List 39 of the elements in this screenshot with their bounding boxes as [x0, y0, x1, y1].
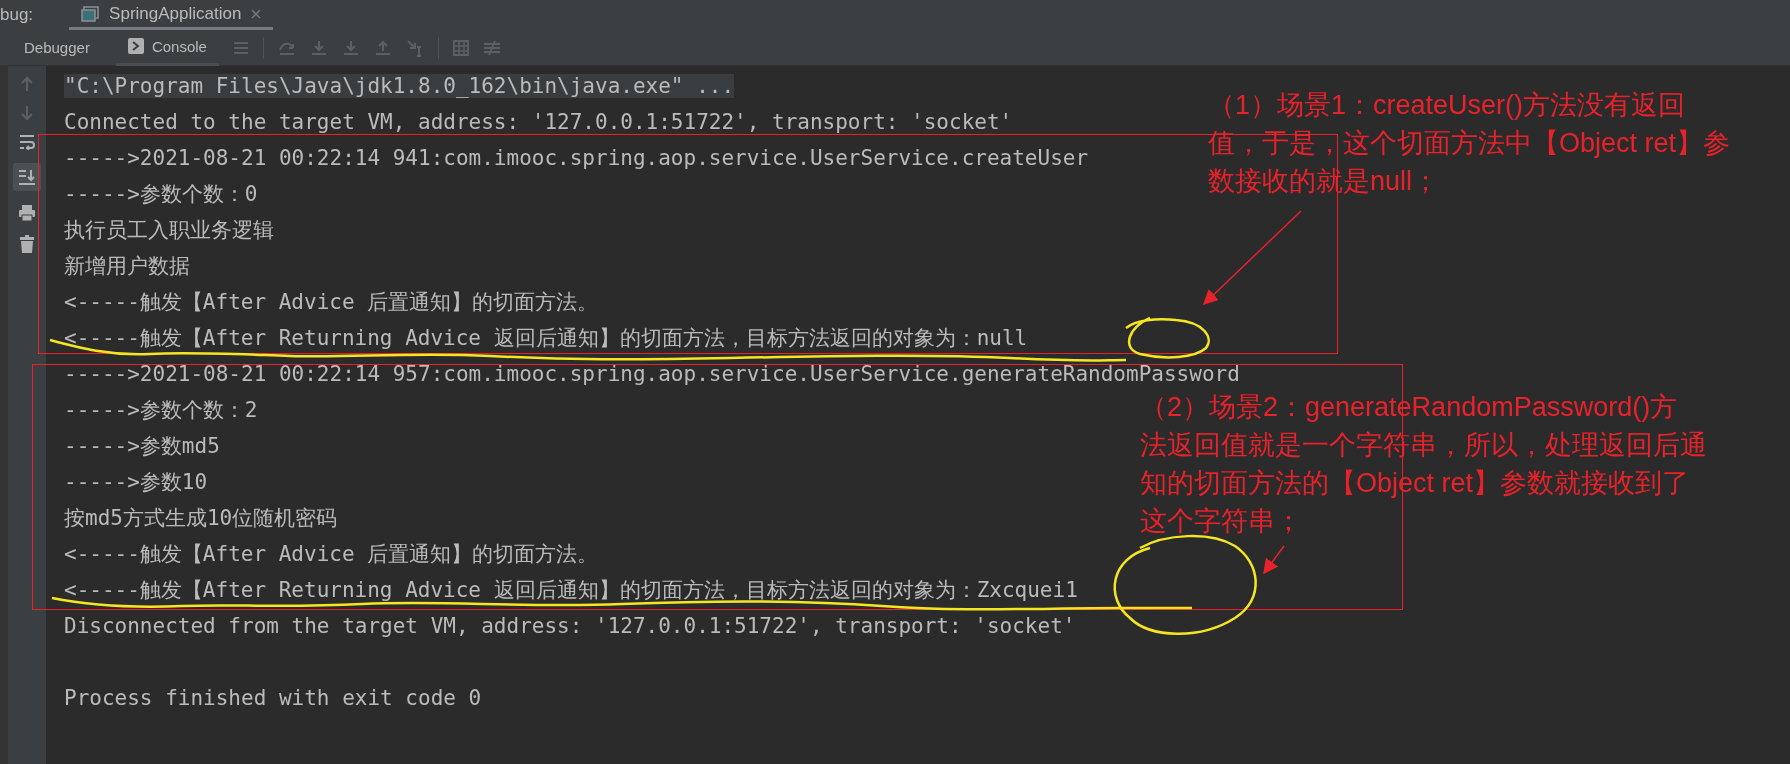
trash-icon[interactable] [20, 235, 34, 253]
console-line: ----->参数10 [64, 470, 208, 494]
calculator-icon[interactable] [452, 39, 469, 56]
console-line: Connected to the target VM, address: '127.0.0.1:51722', transport: 'socket' [64, 110, 1013, 134]
run-to-cursor-icon[interactable] [405, 38, 424, 57]
annotation-line: （1）场景1：createUser()方法没有返回 [1208, 90, 1686, 120]
console-line: Disconnected from the target VM, address: '127.0.0.1:51722', transport: 'socket' [64, 614, 1076, 638]
close-icon[interactable] [251, 8, 262, 19]
console-line: Process finished with exit code 0 [64, 686, 482, 710]
print-icon[interactable] [18, 204, 36, 222]
panel-label: bug: [0, 5, 34, 25]
pointer-arrow [1263, 545, 1285, 575]
down-arrow-icon[interactable] [20, 105, 34, 121]
console-line: <-----触发【After Advice 后置通知】的切面方法。 [64, 290, 599, 314]
scroll-to-end-icon [18, 168, 36, 186]
annotation-line: 这个字符串； [1140, 506, 1302, 536]
console-line: ----->2021-08-21 00:22:14 941:com.imooc.spring.aop.service.UserService.createUser [64, 146, 1089, 170]
window-icon [81, 5, 100, 22]
console-line: ----->参数md5 [64, 434, 220, 458]
console-line: 执行员工入职业务逻辑 [64, 218, 274, 242]
soft-wrap-icon[interactable] [18, 134, 36, 150]
console-line: ----->参数个数：2 [64, 398, 258, 422]
console-line: <-----触发【After Returning Advice 返回后通知】的切面方法，目标方法返回的对象为：Zxcquei1 [64, 578, 1078, 602]
scroll-to-end-button[interactable] [13, 163, 41, 191]
force-step-into-icon[interactable] [341, 39, 360, 56]
console-line: 新增用户数据 [64, 254, 190, 278]
step-into-icon[interactable] [309, 39, 328, 56]
console-line: <-----触发【After Advice 后置通知】的切面方法。 [64, 542, 599, 566]
trace-icon[interactable] [482, 39, 501, 56]
console-line: 按md5方式生成10位随机密码 [64, 506, 338, 530]
menu-icon[interactable] [232, 40, 249, 55]
console-icon [127, 38, 144, 54]
tool-tab[interactable]: Debugger [12, 29, 102, 66]
up-arrow-icon[interactable] [20, 76, 34, 92]
console-line: ----->参数个数：0 [64, 182, 258, 206]
tool-tab[interactable]: Console [115, 29, 219, 66]
step-out-icon[interactable] [373, 39, 392, 56]
console-line: <-----触发【After Returning Advice 返回后通知】的切面方法，目标方法返回的对象为：null [64, 326, 1028, 350]
console-line: ----->2021-08-21 00:22:14 957:com.imooc.spring.aop.service.UserService.generateRandomPassword [64, 362, 1240, 386]
